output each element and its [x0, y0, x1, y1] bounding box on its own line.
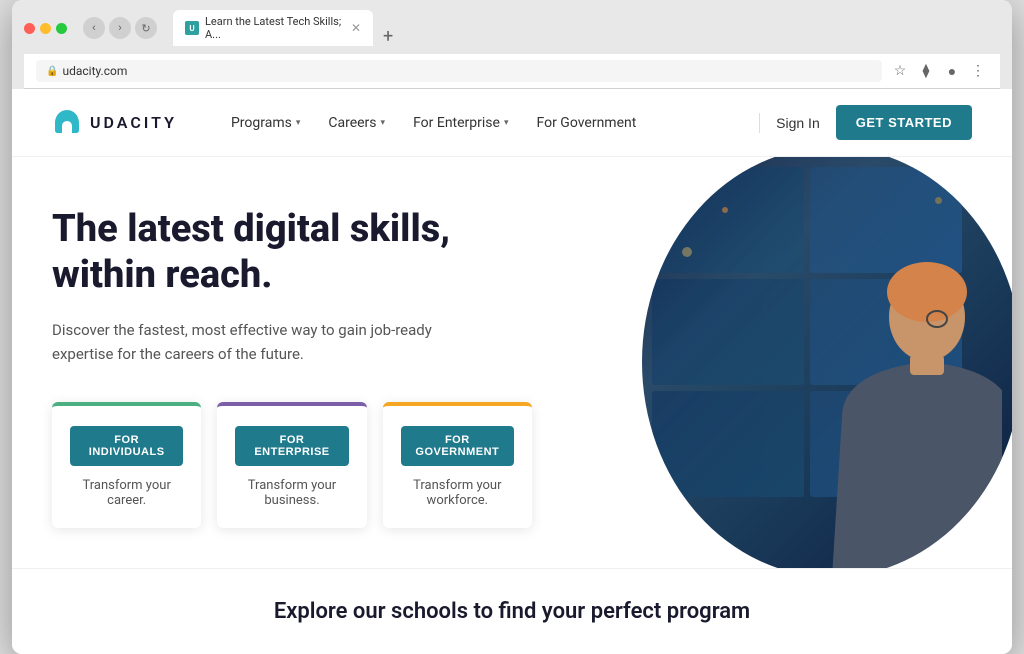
- enterprise-desc: Transform your business.: [235, 478, 348, 508]
- profile-icon[interactable]: ●: [942, 61, 962, 81]
- hero-content: The latest digital skills, within reach.…: [12, 157, 572, 568]
- bottom-section: Explore our schools to find your perfect…: [12, 568, 1012, 654]
- person-silhouette: [782, 237, 1002, 568]
- address-bar-row: 🔒 udacity.com ☆ ⧫ ● ⋮: [24, 54, 1000, 89]
- nav-actions: Sign In GET STARTED: [776, 105, 972, 140]
- browser-chrome: ‹ › ↻ U Learn the Latest Tech Skills; A.…: [12, 0, 1012, 89]
- browser-controls: ‹ › ↻ U Learn the Latest Tech Skills; A.…: [24, 10, 1000, 46]
- star-icon[interactable]: ☆: [890, 61, 910, 81]
- individuals-desc: Transform your career.: [70, 478, 183, 508]
- site-nav: UDACITY Programs ▾ Careers ▾ For Enterpr…: [12, 89, 1012, 157]
- nav-programs[interactable]: Programs ▾: [217, 111, 314, 135]
- close-button[interactable]: [24, 23, 35, 34]
- hero-image: [642, 157, 1012, 568]
- tab-bar: U Learn the Latest Tech Skills; A... ✕ +: [173, 10, 1000, 46]
- url-text: udacity.com: [62, 64, 127, 78]
- bokeh-3: [682, 247, 692, 257]
- nav-links: Programs ▾ Careers ▾ For Enterprise ▾ Fo…: [217, 111, 743, 135]
- minimize-button[interactable]: [40, 23, 51, 34]
- enterprise-button[interactable]: FOR ENTERPRISE: [235, 426, 348, 466]
- address-bar[interactable]: 🔒 udacity.com: [36, 60, 882, 82]
- udacity-logo-icon: [52, 108, 82, 138]
- bottom-title: Explore our schools to find your perfect…: [52, 599, 972, 624]
- maximize-button[interactable]: [56, 23, 67, 34]
- logo[interactable]: UDACITY: [52, 108, 177, 138]
- programs-chevron: ▾: [296, 118, 301, 128]
- hero-section: The latest digital skills, within reach.…: [12, 157, 1012, 568]
- hero-image-inner: [642, 157, 1012, 568]
- back-button[interactable]: ‹: [83, 17, 105, 39]
- hero-title: The latest digital skills, within reach.: [52, 207, 532, 298]
- government-desc: Transform your workforce.: [401, 478, 514, 508]
- website-content: UDACITY Programs ▾ Careers ▾ For Enterpr…: [12, 89, 1012, 654]
- traffic-lights: [24, 23, 67, 34]
- card-individuals[interactable]: FOR INDIVIDUALS Transform your career.: [52, 402, 201, 528]
- bokeh-2: [722, 207, 728, 213]
- nav-divider: [759, 113, 760, 133]
- card-government[interactable]: FOR GOVERNMENT Transform your workforce.: [383, 402, 532, 528]
- menu-icon[interactable]: ⋮: [968, 61, 988, 81]
- careers-chevron: ▾: [381, 118, 386, 128]
- browser-window: ‹ › ↻ U Learn the Latest Tech Skills; A.…: [12, 0, 1012, 654]
- toolbar-icons: ☆ ⧫ ● ⋮: [890, 61, 988, 81]
- refresh-button[interactable]: ↻: [135, 17, 157, 39]
- tab-favicon: U: [185, 21, 199, 35]
- bokeh-1: [662, 177, 670, 185]
- logo-text: UDACITY: [90, 113, 177, 132]
- new-tab-button[interactable]: +: [377, 28, 399, 46]
- extension-icon[interactable]: ⧫: [916, 61, 936, 81]
- individuals-button[interactable]: FOR INDIVIDUALS: [70, 426, 183, 466]
- enterprise-chevron: ▾: [504, 118, 509, 128]
- card-enterprise[interactable]: FOR ENTERPRISE Transform your business.: [217, 402, 366, 528]
- tab-title: Learn the Latest Tech Skills; A...: [205, 15, 345, 41]
- nav-buttons: ‹ › ↻: [83, 17, 157, 39]
- nav-careers[interactable]: Careers ▾: [314, 111, 399, 135]
- sign-in-button[interactable]: Sign In: [776, 115, 820, 131]
- bokeh-4: [935, 197, 942, 204]
- get-started-button[interactable]: GET STARTED: [836, 105, 972, 140]
- forward-button[interactable]: ›: [109, 17, 131, 39]
- tab-close-icon[interactable]: ✕: [351, 21, 361, 35]
- cards-row: FOR INDIVIDUALS Transform your career. F…: [52, 402, 532, 528]
- nav-enterprise[interactable]: For Enterprise ▾: [399, 111, 522, 135]
- hero-subtitle: Discover the fastest, most effective way…: [52, 318, 432, 366]
- government-button[interactable]: FOR GOVERNMENT: [401, 426, 514, 466]
- nav-government[interactable]: For Government: [523, 111, 651, 135]
- active-tab[interactable]: U Learn the Latest Tech Skills; A... ✕: [173, 10, 373, 46]
- lock-icon: 🔒: [46, 66, 58, 77]
